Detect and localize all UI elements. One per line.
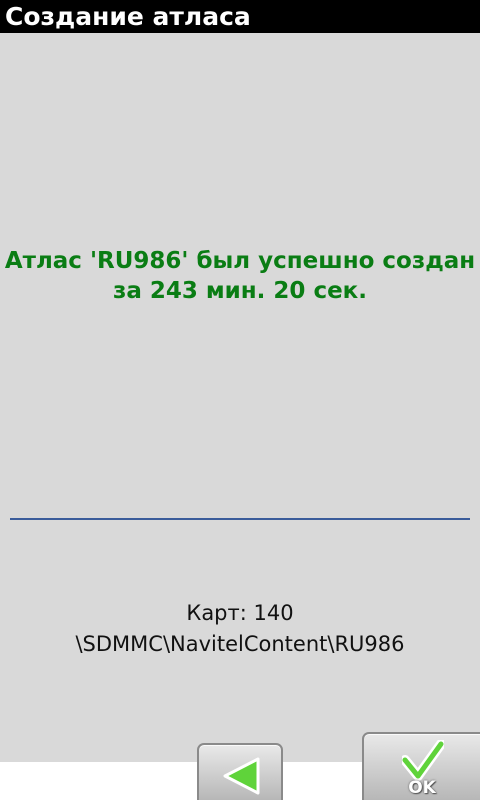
success-message: Атлас 'RU986' был успешно создан за 243 … [0,246,480,306]
atlas-path: \SDMMC\NavitelContent\RU986 [75,632,405,656]
atlas-info: Карт: 140 \SDMMC\NavitelContent\RU986 [0,598,480,660]
back-arrow-icon [223,757,260,795]
success-message-line-2: за 243 мин. 20 сек. [112,278,368,304]
ok-label: OK [408,778,436,798]
page-title: Создание атласа [5,2,251,31]
success-message-line-1: Атлас 'RU986' был успешно создан [4,248,476,274]
maps-count: Карт: 140 [186,601,294,625]
checkmark-icon [402,740,444,781]
ok-button[interactable]: OK [362,732,480,800]
divider [10,518,470,520]
back-button[interactable] [197,743,283,800]
title-bar: Создание атласа [0,0,480,33]
